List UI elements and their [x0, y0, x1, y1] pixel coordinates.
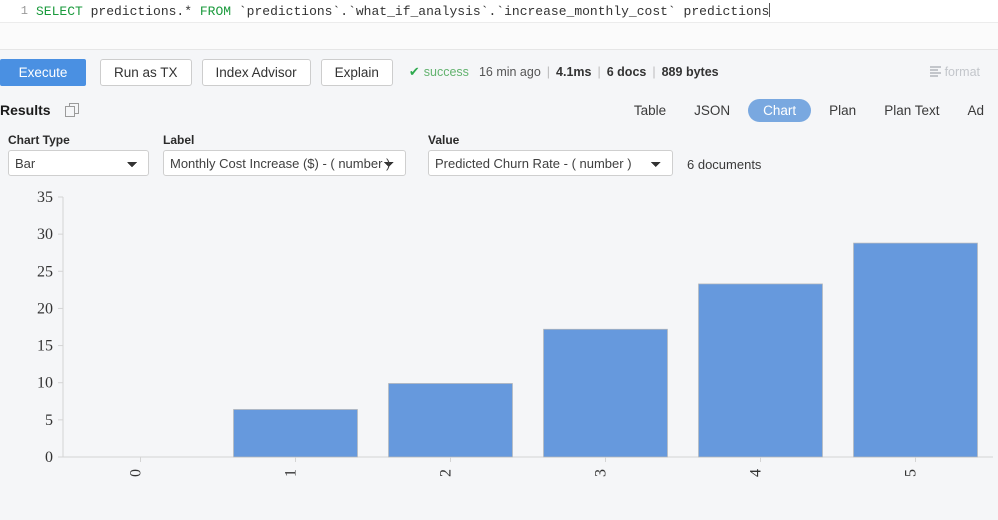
success-check-icon: ✔ [408, 64, 420, 79]
status-sep-1: | [546, 65, 551, 79]
query-status: ✔ success 16 min ago | 4.1ms | 6 docs | … [409, 64, 719, 80]
svg-text:15: 15 [37, 338, 53, 355]
svg-text:2: 2 [438, 469, 455, 477]
text-caret [769, 3, 771, 17]
chart-controls: Chart Type Bar Label Monthly Cost Increa… [0, 126, 998, 176]
run-as-tx-button[interactable]: Run as TX [100, 58, 192, 86]
status-state: success [423, 65, 469, 79]
bar-chart: 0 5 10 15 20 25 30 35 0 1 2 3 4 5 [37, 189, 993, 477]
chart-area: 0 5 10 15 20 25 30 35 0 1 2 3 4 5 [0, 182, 998, 482]
value-select[interactable]: Predicted Churn Rate - ( number ) [428, 150, 673, 176]
chart-type-label: Chart Type [8, 133, 70, 147]
sql-query-text[interactable]: SELECT predictions.* FROM `predictions`.… [36, 3, 771, 19]
status-size: 889 bytes [661, 65, 719, 79]
index-advisor-button[interactable]: Index Advisor [201, 58, 311, 86]
editor-line-number: 1 [0, 4, 36, 18]
results-bar: Results Table JSON Chart Plan Plan Text … [0, 94, 998, 126]
svg-text:0: 0 [128, 469, 145, 477]
tab-chart[interactable]: Chart [748, 98, 812, 122]
chart-type-field: Chart Type Bar [8, 133, 149, 176]
format-button-label: format [944, 65, 980, 79]
document-count: 6 documents [687, 157, 762, 172]
results-tabs: Table JSON Chart Plan Plan Text Ad [620, 98, 998, 122]
tab-json[interactable]: JSON [684, 99, 740, 122]
svg-text:0: 0 [45, 449, 53, 466]
query-toolbar: Execute Run as TX Index Advisor Explain … [0, 50, 998, 94]
svg-text:35: 35 [37, 189, 53, 206]
label-field: Label Monthly Cost Increase ($) - ( numb… [163, 133, 406, 176]
tab-table[interactable]: Table [624, 99, 676, 122]
results-title: Results [0, 102, 51, 118]
svg-text:5: 5 [903, 469, 920, 477]
format-button[interactable]: format [929, 65, 980, 79]
status-sep-3: | [652, 65, 656, 79]
svg-text:5: 5 [45, 412, 53, 429]
tab-advisor[interactable]: Ad [957, 99, 994, 122]
status-duration: 4.1ms [556, 65, 592, 79]
sql-text-2: `predictions`.`what_if_analysis`.`increa… [231, 4, 770, 19]
format-lines-icon [929, 66, 941, 78]
label-select[interactable]: Monthly Cost Increase ($) - ( number ) [163, 150, 406, 176]
chart-type-select[interactable]: Bar [8, 150, 149, 176]
editor-filler [0, 23, 998, 50]
svg-text:25: 25 [37, 263, 53, 280]
execute-button[interactable]: Execute [0, 58, 86, 86]
svg-text:1: 1 [283, 469, 300, 477]
svg-text:30: 30 [37, 226, 53, 243]
label-field-label: Label [163, 133, 195, 147]
status-sep-2: | [597, 65, 601, 79]
svg-text:4: 4 [748, 469, 765, 477]
tab-plan[interactable]: Plan [819, 99, 866, 122]
tab-plan-text[interactable]: Plan Text [874, 99, 949, 122]
sql-keyword-from: FROM [199, 4, 232, 19]
value-field: Value Predicted Churn Rate - ( number ) [428, 133, 673, 176]
status-time-ago: 16 min ago [478, 65, 541, 79]
sql-text-1: predictions.* [82, 4, 200, 19]
value-field-label: Value [428, 133, 460, 147]
copy-icon[interactable] [64, 102, 80, 118]
explain-button[interactable]: Explain [320, 58, 393, 86]
svg-text:20: 20 [37, 300, 53, 317]
sql-editor[interactable]: 1 SELECT predictions.* FROM `predictions… [0, 0, 998, 23]
svg-text:3: 3 [593, 469, 610, 477]
status-docs: 6 docs [606, 65, 647, 79]
svg-text:10: 10 [37, 375, 53, 392]
sql-keyword-select: SELECT [36, 4, 83, 19]
